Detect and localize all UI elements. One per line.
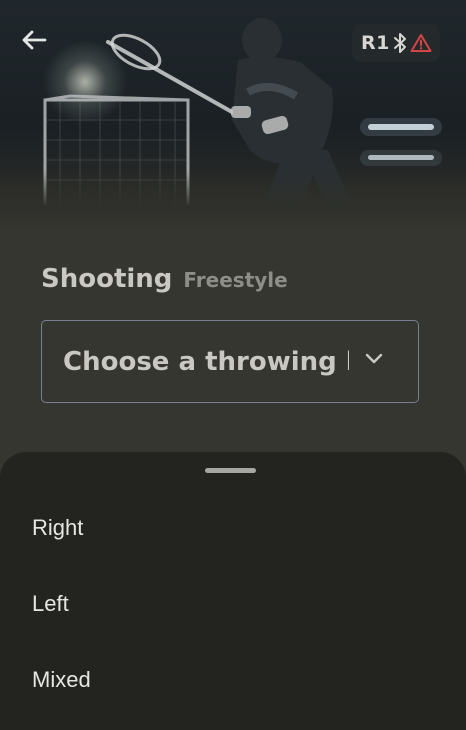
sheet-drag-handle[interactable]	[205, 468, 256, 473]
option-right[interactable]: Right	[0, 490, 466, 566]
option-mixed[interactable]: Mixed	[0, 642, 466, 718]
option-left[interactable]: Left	[0, 566, 466, 642]
screen: R1 Shooting Freestyle Choose a throwing …	[0, 0, 466, 730]
throwing-hand-bottom-sheet: Right Left Mixed	[0, 452, 466, 730]
